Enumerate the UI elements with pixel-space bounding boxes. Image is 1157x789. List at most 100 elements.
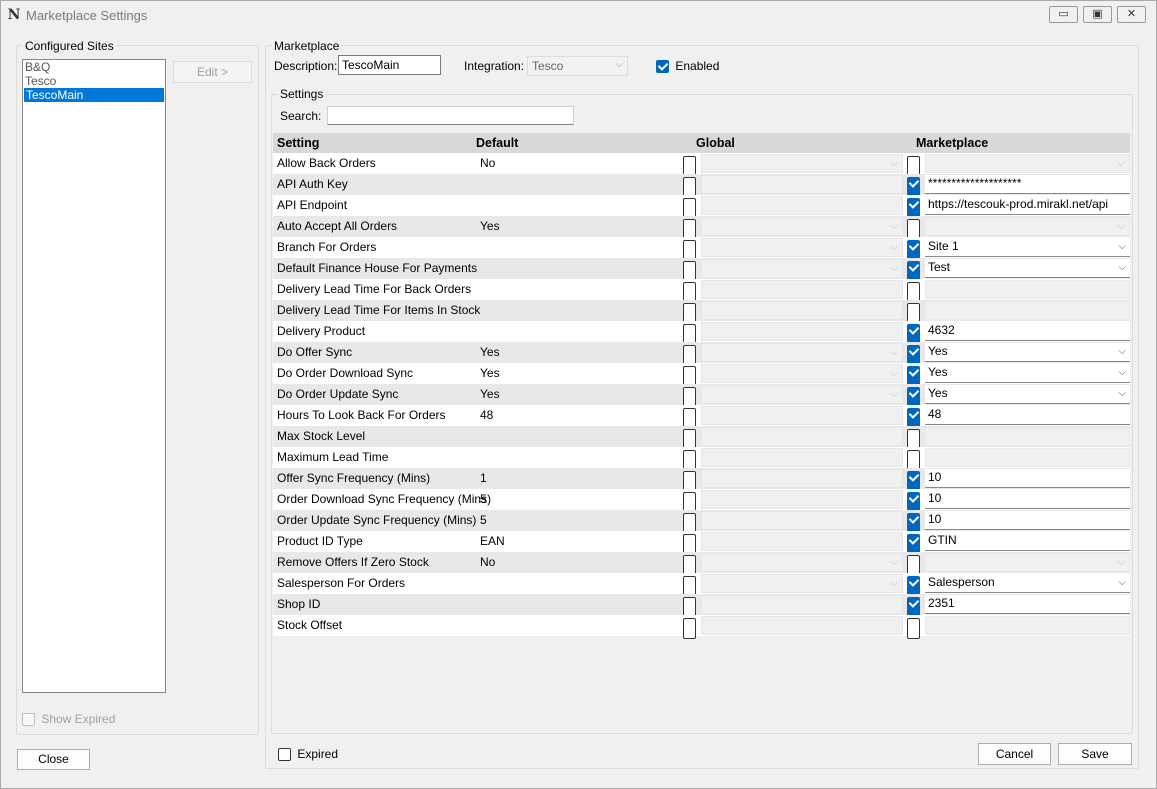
close-window-button[interactable]: ✕	[1117, 6, 1146, 23]
setting-default: 1	[480, 471, 487, 485]
expired-box[interactable]	[278, 748, 291, 762]
global-value-select[interactable]: ⌵	[701, 217, 903, 236]
settings-row: Offer Sync Frequency (Mins) 1 10	[273, 468, 1130, 492]
global-value-input[interactable]	[701, 175, 903, 194]
description-label: Description:	[274, 59, 338, 73]
site-list-item[interactable]: TescoMain	[24, 88, 164, 102]
global-value-select[interactable]: ⌵	[701, 553, 903, 572]
settings-row: Allow Back Orders No ⌵ ⌵	[273, 153, 1130, 177]
setting-default: EAN	[480, 534, 505, 548]
expired-checkbox[interactable]: Expired	[278, 747, 338, 762]
setting-name: Do Offer Sync	[277, 345, 353, 359]
marketplace-value-input[interactable]: 4632	[925, 322, 1130, 341]
setting-default	[480, 573, 680, 594]
marketplace-value: GTIN	[928, 533, 957, 547]
column-header-marketplace: Marketplace	[916, 136, 989, 150]
marketplace-label: Marketplace	[272, 39, 342, 53]
enabled-checkbox[interactable]: Enabled	[656, 59, 719, 74]
marketplace-value-input[interactable]	[925, 301, 1130, 320]
sites-listbox[interactable]: B&Q Tesco TescoMain	[22, 59, 166, 693]
marketplace-value-input[interactable]: GTIN	[925, 532, 1130, 551]
marketplace-value-input[interactable]: 10	[925, 511, 1130, 530]
marketplace-value-select[interactable]: Yes ⌵	[925, 385, 1130, 404]
global-value-input[interactable]	[701, 448, 903, 467]
setting-default	[480, 258, 680, 279]
marketplace-value-input[interactable]	[925, 280, 1130, 299]
global-value-select[interactable]: ⌵	[701, 259, 903, 278]
marketplace-value-select[interactable]: ⌵	[925, 154, 1130, 173]
show-expired-label: Show Expired	[41, 712, 116, 726]
marketplace-value-input[interactable]	[925, 616, 1130, 635]
cancel-button[interactable]: Cancel	[978, 743, 1051, 765]
settings-row: Salesperson For Orders ⌵ Salesperson ⌵	[273, 573, 1130, 597]
marketplace-value-input[interactable]: 10	[925, 490, 1130, 509]
marketplace-override-checkbox[interactable]	[907, 618, 920, 639]
settings-row: Delivery Lead Time For Items In Stock	[273, 300, 1130, 324]
marketplace-value-select[interactable]: Salesperson ⌵	[925, 574, 1130, 593]
marketplace-value-input[interactable]: 2351	[925, 595, 1130, 614]
marketplace-value: 10	[928, 512, 942, 526]
marketplace-value-input[interactable]: 10	[925, 469, 1130, 488]
marketplace-value-select[interactable]: ⌵	[925, 217, 1130, 236]
marketplace-value-select[interactable]: Yes ⌵	[925, 343, 1130, 362]
global-value-input[interactable]	[701, 469, 903, 488]
global-value-input[interactable]	[701, 196, 903, 215]
marketplace-value-select[interactable]: Test ⌵	[925, 259, 1130, 278]
setting-default	[480, 447, 680, 468]
show-expired-box[interactable]	[22, 713, 35, 727]
global-value-input[interactable]	[701, 511, 903, 530]
global-value-input[interactable]	[701, 490, 903, 509]
integration-select[interactable]: Tesco ⌵	[527, 56, 628, 76]
marketplace-value-select[interactable]: Site 1 ⌵	[925, 238, 1130, 257]
description-input[interactable]: TescoMain	[338, 55, 441, 75]
minimize-button[interactable]: ▭	[1049, 6, 1078, 23]
global-value-select[interactable]: ⌵	[701, 385, 903, 404]
enabled-box[interactable]	[656, 60, 669, 74]
global-value-input[interactable]	[701, 595, 903, 614]
global-value-input[interactable]	[701, 427, 903, 446]
search-input[interactable]	[327, 106, 574, 125]
show-expired-checkbox[interactable]: Show Expired	[22, 712, 116, 727]
site-list-item[interactable]: Tesco	[23, 74, 165, 88]
global-value-select[interactable]: ⌵	[701, 154, 903, 173]
site-list-item[interactable]: B&Q	[23, 60, 165, 74]
integration-label: Integration:	[464, 59, 525, 73]
global-override-checkbox[interactable]	[683, 618, 696, 639]
setting-default	[480, 300, 680, 321]
global-value-select[interactable]: ⌵	[701, 574, 903, 593]
edit-button[interactable]: Edit >	[173, 61, 252, 83]
setting-name: API Endpoint	[277, 198, 348, 212]
maximize-button[interactable]: ▣	[1083, 6, 1112, 23]
setting-default: No	[480, 555, 496, 569]
marketplace-value-input[interactable]: 48	[925, 406, 1130, 425]
settings-row: API Auth Key ********************	[273, 174, 1130, 198]
chevron-down-icon: ⌵	[1118, 346, 1126, 357]
global-value-input[interactable]	[701, 322, 903, 341]
global-value-select[interactable]: ⌵	[701, 238, 903, 257]
marketplace-value: 48	[928, 407, 942, 421]
marketplace-value-select[interactable]: Yes ⌵	[925, 364, 1130, 383]
marketplace-value-input[interactable]: ********************	[925, 175, 1130, 194]
save-button[interactable]: Save	[1058, 743, 1132, 765]
settings-row: API Endpoint https://tescouk-prod.mirakl.…	[273, 195, 1130, 219]
global-value-input[interactable]	[701, 532, 903, 551]
close-button[interactable]: Close	[17, 749, 90, 770]
settings-row: Hours To Look Back For Orders 48 48	[273, 405, 1130, 429]
marketplace-value-input[interactable]	[925, 448, 1130, 467]
global-value-select[interactable]: ⌵	[701, 343, 903, 362]
marketplace-value-input[interactable]: https://tescouk-prod.mirakl.net/api	[925, 196, 1130, 215]
settings-row: Shop ID 2351	[273, 594, 1130, 618]
global-value-input[interactable]	[701, 406, 903, 425]
global-value-input[interactable]	[701, 301, 903, 320]
marketplace-value-select[interactable]: ⌵	[925, 553, 1130, 572]
marketplace-value-input[interactable]	[925, 427, 1130, 446]
global-value-select[interactable]: ⌵	[701, 364, 903, 383]
settings-row: Do Order Update Sync Yes ⌵ Yes ⌵	[273, 384, 1130, 408]
setting-name: API Auth Key	[277, 177, 348, 191]
chevron-down-icon: ⌵	[1117, 158, 1125, 169]
column-header-global: Global	[696, 136, 735, 150]
global-value-input[interactable]	[701, 280, 903, 299]
chevron-down-icon: ⌵	[1118, 262, 1126, 273]
global-value-input[interactable]	[701, 616, 903, 635]
setting-name: Auto Accept All Orders	[277, 219, 398, 233]
